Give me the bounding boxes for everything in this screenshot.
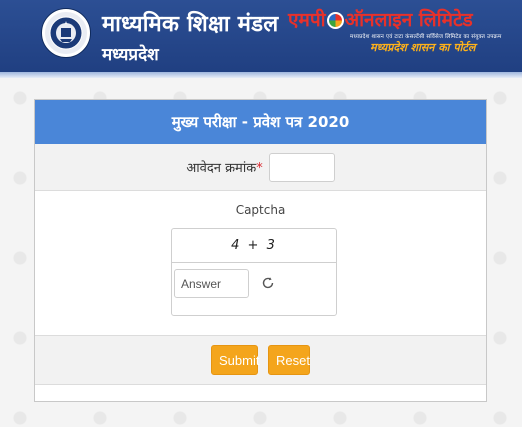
board-title: माध्यमिक शिक्षा मंडल — [102, 12, 279, 37]
partner-line: मध्यप्रदेश शासन एवं टाटा कंसल्टेंसी सर्व… — [350, 34, 502, 40]
partner-name-part1: एमपी — [288, 9, 326, 31]
mponline-logo: एमपी ऑनलाइन लिमिटेड मध्यप्रदेश शासन एवं ट… — [288, 6, 501, 54]
admit-card-form: मुख्य परीक्षा - प्रवेश पत्र 2020 आवेदन क… — [34, 99, 487, 402]
application-label-text: आवेदन क्रमांक — [186, 161, 257, 176]
board-emblem-icon — [42, 9, 90, 57]
board-subtitle: मध्यप्रदेश — [102, 45, 159, 65]
captcha-box: 4 + 3 — [171, 228, 337, 316]
button-row: Submit Reset — [35, 336, 486, 385]
partner-name: एमपी ऑनलाइन लिमिटेड — [288, 6, 473, 32]
captcha-row: Captcha 4 + 3 — [35, 191, 486, 336]
form-title: मुख्य परीक्षा - प्रवेश पत्र 2020 — [35, 100, 486, 144]
mponline-swirl-icon — [326, 12, 344, 29]
application-label: आवेदन क्रमांक* — [186, 158, 262, 176]
reset-button[interactable]: Reset — [268, 345, 310, 375]
application-number-input[interactable] — [268, 152, 335, 182]
captcha-title: Captcha — [235, 203, 286, 217]
partner-tagline: मध्यप्रदेश शासन का पोर्टल — [370, 41, 476, 54]
refresh-icon[interactable] — [260, 275, 276, 291]
submit-button[interactable]: Submit — [211, 345, 259, 375]
partner-name-part2: ऑनलाइन लिमिटेड — [344, 9, 473, 31]
site-header: माध्यमिक शिक्षा मंडल मध्यप्रदेश एमपी ऑनला… — [0, 0, 522, 78]
required-marker: * — [256, 161, 263, 176]
application-row: आवेदन क्रमांक* — [35, 144, 486, 191]
captcha-answer-input[interactable] — [174, 269, 249, 298]
captcha-expression: 4 + 3 — [172, 229, 336, 263]
